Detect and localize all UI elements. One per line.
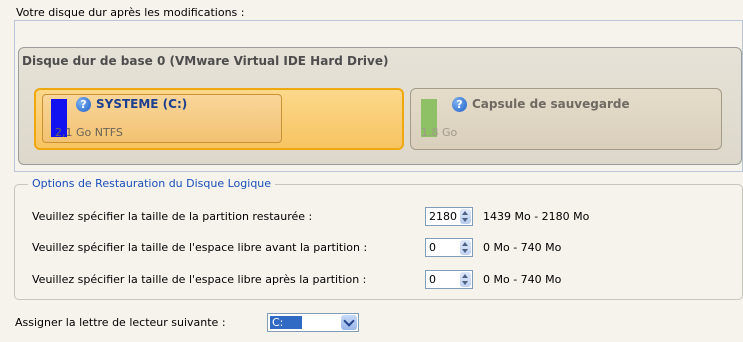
- disk-preview-title: Votre disque dur après les modifications…: [16, 6, 245, 19]
- spinner-arrows-icon[interactable]: [460, 240, 471, 255]
- free-space-after-label: Veuillez spécifier la taille de l'espace…: [32, 273, 367, 286]
- partition-system-label: SYSTEME (C:): [96, 97, 188, 111]
- partition-capsule-label: Capsule de sauvegarde: [472, 97, 630, 111]
- free-space-before-spinner[interactable]: 0: [425, 238, 473, 257]
- partition-size-spinner[interactable]: 2180: [425, 207, 473, 226]
- free-space-after-spinner[interactable]: 0: [425, 270, 473, 289]
- help-icon[interactable]: ?: [452, 97, 467, 112]
- disk-name: Disque dur de base 0 (VMware Virtual IDE…: [22, 54, 389, 68]
- drive-letter-select[interactable]: C:: [267, 313, 359, 332]
- free-space-after-range: 0 Mo - 740 Mo: [483, 273, 562, 286]
- help-icon[interactable]: ?: [76, 97, 91, 112]
- drive-letter-value: C:: [270, 316, 302, 329]
- partition-capsule-size: 1,8 Go: [421, 126, 458, 139]
- partition-size-range: 1439 Mo - 2180 Mo: [483, 210, 590, 223]
- partition-size-label: Veuillez spécifier la taille de la parti…: [32, 210, 313, 223]
- chevron-down-icon: [343, 315, 355, 327]
- free-space-after-value: 0: [429, 273, 436, 286]
- partition-size-value: 2180: [429, 210, 457, 223]
- free-space-before-value: 0: [429, 241, 436, 254]
- spinner-arrows-icon[interactable]: [460, 272, 471, 287]
- free-space-before-label: Veuillez spécifier la taille de l'espace…: [32, 241, 368, 254]
- spinner-arrows-icon[interactable]: [460, 209, 471, 224]
- free-space-before-range: 0 Mo - 740 Mo: [483, 241, 562, 254]
- drive-letter-label: Assigner la lettre de lecteur suivante :: [15, 316, 226, 329]
- dropdown-button[interactable]: [341, 315, 357, 330]
- restore-options-title: Options de Restauration du Disque Logiqu…: [28, 177, 276, 190]
- partition-system-size: 2,1 Go NTFS: [55, 126, 123, 139]
